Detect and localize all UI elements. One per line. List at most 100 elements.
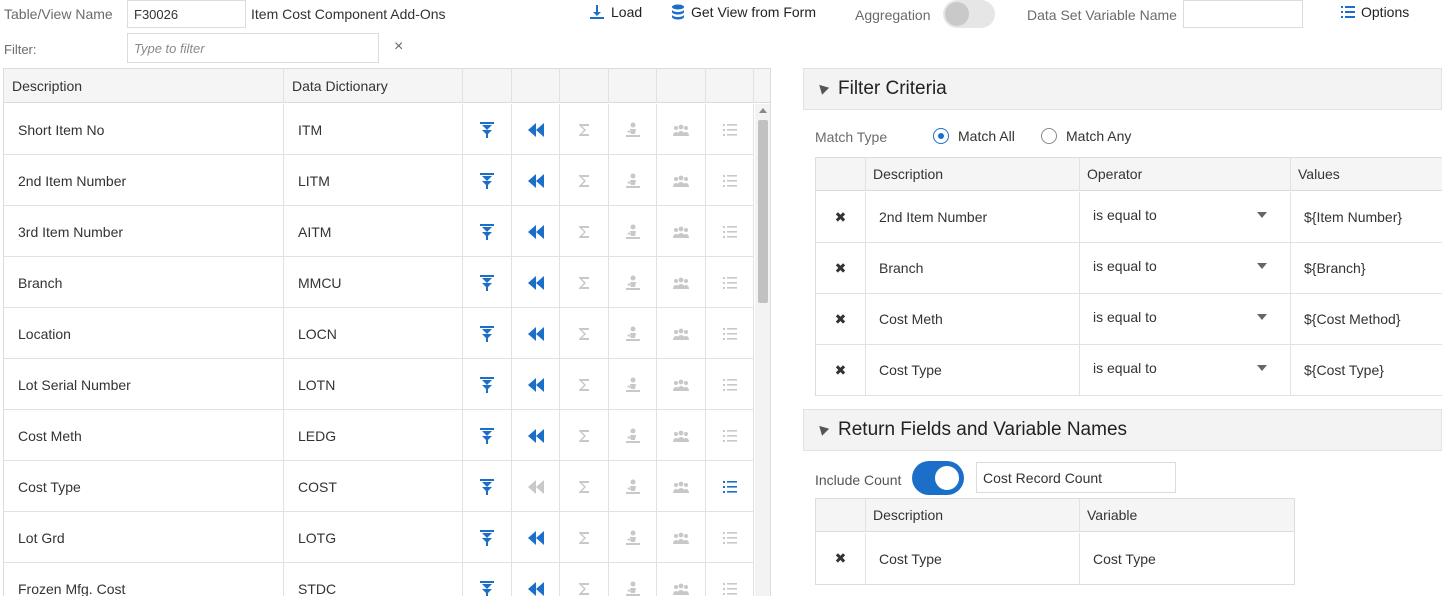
operator-select[interactable]: is equal to	[1080, 294, 1291, 344]
person-chart-icon[interactable]	[609, 257, 657, 308]
options-button[interactable]: Options	[1341, 4, 1409, 20]
double-chevron-left-icon[interactable]	[512, 308, 560, 359]
table-row[interactable]: Cost Type COST	[4, 461, 754, 512]
table-row[interactable]: 3rd Item Number AITM	[4, 206, 754, 257]
group-icon[interactable]	[657, 410, 706, 461]
group-icon[interactable]	[657, 104, 706, 155]
chevron-down-icon[interactable]	[1257, 263, 1267, 269]
match-all-label[interactable]: Match All	[958, 128, 1015, 144]
filter-down-icon[interactable]	[463, 257, 512, 308]
fc-value[interactable]: ${Item Number}	[1291, 192, 1442, 242]
filter-down-icon[interactable]	[463, 461, 512, 512]
double-chevron-left-icon[interactable]	[512, 563, 560, 596]
double-chevron-left-icon[interactable]	[512, 104, 560, 155]
group-icon[interactable]	[657, 155, 706, 206]
double-chevron-left-icon[interactable]	[512, 257, 560, 308]
table-row[interactable]: Short Item No ITM	[4, 104, 754, 155]
double-chevron-left-icon[interactable]	[512, 206, 560, 257]
group-icon[interactable]	[657, 512, 706, 563]
match-any-radio[interactable]	[1041, 128, 1057, 144]
person-chart-icon[interactable]	[609, 308, 657, 359]
sigma-icon[interactable]	[560, 257, 609, 308]
double-chevron-left-icon[interactable]	[512, 359, 560, 410]
list-icon[interactable]	[706, 155, 754, 206]
sigma-icon[interactable]	[560, 104, 609, 155]
sigma-icon[interactable]	[560, 461, 609, 512]
sigma-icon[interactable]	[560, 359, 609, 410]
group-icon[interactable]	[657, 257, 706, 308]
sigma-icon[interactable]	[560, 563, 609, 596]
table-row[interactable]: Location LOCN	[4, 308, 754, 359]
group-icon[interactable]	[657, 461, 706, 512]
vertical-scrollbar[interactable]	[755, 104, 770, 596]
count-variable-input[interactable]: Cost Record Count	[976, 462, 1176, 493]
return-fields-header[interactable]: Return Fields and Variable Names	[803, 409, 1442, 451]
person-chart-icon[interactable]	[609, 461, 657, 512]
chevron-down-icon[interactable]	[1257, 212, 1267, 218]
list-icon[interactable]	[706, 257, 754, 308]
collapse-triangle-icon[interactable]	[815, 421, 830, 436]
sigma-icon[interactable]	[560, 410, 609, 461]
remove-x-icon[interactable]: ✖	[816, 294, 866, 344]
list-icon[interactable]	[706, 410, 754, 461]
sigma-icon[interactable]	[560, 206, 609, 257]
remove-x-icon[interactable]: ✖	[816, 533, 866, 584]
fc-value[interactable]: ${Cost Method}	[1291, 294, 1442, 344]
include-count-toggle[interactable]	[912, 461, 964, 495]
dataset-variable-input[interactable]	[1183, 0, 1303, 28]
table-row[interactable]: Branch MMCU	[4, 257, 754, 308]
chevron-down-icon[interactable]	[1257, 365, 1267, 371]
table-view-input[interactable]: F30026	[127, 0, 246, 28]
double-chevron-left-icon[interactable]	[512, 461, 560, 512]
person-chart-icon[interactable]	[609, 206, 657, 257]
operator-select[interactable]: is equal to	[1080, 243, 1291, 293]
remove-x-icon[interactable]: ✖	[816, 192, 866, 242]
filter-input[interactable]: Type to filter	[127, 33, 379, 63]
filter-down-icon[interactable]	[463, 410, 512, 461]
filter-down-icon[interactable]	[463, 512, 512, 563]
group-icon[interactable]	[657, 308, 706, 359]
group-icon[interactable]	[657, 563, 706, 596]
clear-filter-button[interactable]: ×	[394, 38, 403, 56]
sigma-icon[interactable]	[560, 155, 609, 206]
scroll-thumb[interactable]	[758, 120, 768, 303]
remove-x-icon[interactable]: ✖	[816, 345, 866, 395]
aggregation-toggle[interactable]	[943, 0, 995, 28]
table-row[interactable]: Cost Meth LEDG	[4, 410, 754, 461]
table-row[interactable]: Lot Grd LOTG	[4, 512, 754, 563]
group-icon[interactable]	[657, 359, 706, 410]
person-chart-icon[interactable]	[609, 410, 657, 461]
person-chart-icon[interactable]	[609, 359, 657, 410]
double-chevron-left-icon[interactable]	[512, 410, 560, 461]
fc-value[interactable]: ${Cost Type}	[1291, 345, 1442, 395]
get-view-from-form-button[interactable]: Get View from Form	[671, 4, 816, 20]
list-icon[interactable]	[706, 104, 754, 155]
person-chart-icon[interactable]	[609, 512, 657, 563]
scroll-up-arrow-icon[interactable]	[759, 108, 767, 113]
collapse-triangle-icon[interactable]	[815, 80, 830, 95]
person-chart-icon[interactable]	[609, 563, 657, 596]
table-row[interactable]: 2nd Item Number LITM	[4, 155, 754, 206]
filter-down-icon[interactable]	[463, 563, 512, 596]
operator-select[interactable]: is equal to	[1080, 192, 1291, 242]
list-icon[interactable]	[706, 512, 754, 563]
operator-select[interactable]: is equal to	[1080, 345, 1291, 395]
chevron-down-icon[interactable]	[1257, 314, 1267, 320]
double-chevron-left-icon[interactable]	[512, 512, 560, 563]
match-all-radio[interactable]	[933, 128, 949, 144]
double-chevron-left-icon[interactable]	[512, 155, 560, 206]
list-icon[interactable]	[706, 308, 754, 359]
sigma-icon[interactable]	[560, 308, 609, 359]
sigma-icon[interactable]	[560, 512, 609, 563]
rf-variable[interactable]: Cost Type	[1080, 533, 1294, 584]
table-row[interactable]: Frozen Mfg. Cost STDC	[4, 563, 754, 596]
filter-down-icon[interactable]	[463, 359, 512, 410]
list-icon[interactable]	[706, 563, 754, 596]
list-icon[interactable]	[706, 359, 754, 410]
match-any-label[interactable]: Match Any	[1066, 128, 1131, 144]
filter-criteria-header[interactable]: Filter Criteria	[803, 68, 1442, 110]
person-chart-icon[interactable]	[609, 104, 657, 155]
filter-down-icon[interactable]	[463, 104, 512, 155]
list-icon[interactable]	[706, 206, 754, 257]
filter-down-icon[interactable]	[463, 206, 512, 257]
